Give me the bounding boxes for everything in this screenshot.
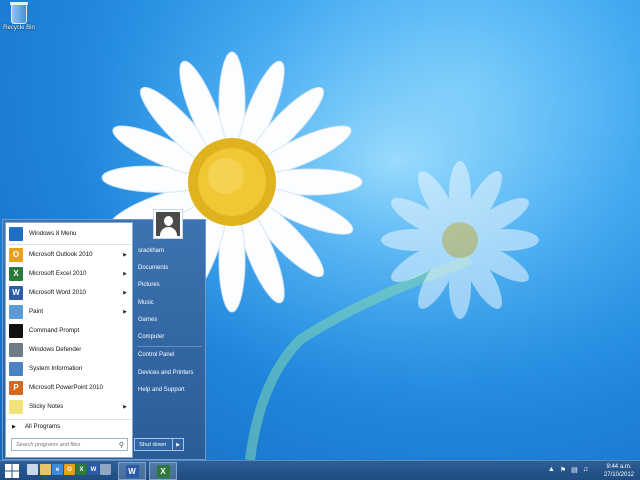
all-programs-label: All Programs <box>24 423 61 430</box>
volume-icon[interactable]: ♫ <box>583 466 588 474</box>
excel-icon: X <box>156 464 170 478</box>
windows-defender-icon <box>9 342 23 357</box>
action-center-flag-icon[interactable]: ⚑ <box>560 466 566 474</box>
search-icon[interactable]: ⚲ <box>119 441 124 449</box>
submenu-arrow-icon[interactable]: ▶ <box>123 309 127 315</box>
program-list: Windows 8 Menu O Microsoft Outlook 2010 ▶ X M… <box>6 223 132 416</box>
start-menu: Windows 8 Menu O Microsoft Outlook 2010 ▶ X M… <box>2 209 206 460</box>
programs-pane: Windows 8 Menu O Microsoft Outlook 2010 ▶ X M… <box>5 222 133 458</box>
program-item[interactable]: Windows 8 Menu <box>6 223 132 245</box>
places-pane: srackham Documents Pictures Music Games Compu… <box>136 242 204 399</box>
places-item[interactable]: srackham <box>136 242 204 259</box>
program-item[interactable]: O Microsoft Outlook 2010 ▶ <box>6 245 132 264</box>
places-item[interactable]: Pictures <box>136 277 204 294</box>
system-information-icon <box>9 361 23 376</box>
program-label: Command Prompt <box>29 327 80 334</box>
program-label: Microsoft Excel 2010 <box>29 270 87 277</box>
program-label: Windows Defender <box>29 346 82 353</box>
user-silhouette-icon <box>156 212 180 236</box>
taskbar: e O X W W X ▲ ⚑ ▤ ♫ 9:44 a.m. 27/10/2012 <box>0 460 640 480</box>
program-item[interactable]: Paint ▶ <box>6 302 132 321</box>
program-label: Sticky Notes <box>29 403 64 410</box>
taskbar-excel-window[interactable]: X <box>149 462 177 480</box>
program-label: Microsoft Outlook 2010 <box>29 251 93 258</box>
file-explorer-icon[interactable] <box>40 464 51 475</box>
program-label: System Information <box>29 365 83 372</box>
program-item[interactable]: Windows Defender <box>6 340 132 359</box>
windows8-menu-icon <box>9 226 23 241</box>
sticky-notes-icon <box>9 399 23 414</box>
program-item[interactable]: Command Prompt <box>6 321 132 340</box>
paint-icon <box>9 304 23 319</box>
triangle-right-icon: ▶ <box>12 423 16 430</box>
system-tray: ▲ ⚑ ▤ ♫ <box>548 466 588 474</box>
search-input[interactable]: Search programs and files ⚲ <box>11 438 128 451</box>
excel-quicklaunch-icon[interactable]: X <box>76 464 87 475</box>
program-label: Paint <box>29 308 44 315</box>
start-button[interactable] <box>2 462 22 480</box>
places-item[interactable]: Games <box>136 311 204 328</box>
submenu-arrow-icon[interactable]: ▶ <box>123 404 127 410</box>
search-placeholder: Search programs and files <box>16 442 81 448</box>
windows-explorer-icon[interactable] <box>100 464 111 475</box>
shutdown-button[interactable]: Shut down <box>135 439 173 450</box>
taskbar-word-window[interactable]: W <box>118 462 146 480</box>
recycle-bin-label: Recycle Bin <box>3 25 35 31</box>
places-item[interactable]: Help and Support <box>136 381 204 398</box>
places-item[interactable]: Documents <box>136 259 204 276</box>
show-hidden-icons-icon[interactable]: ▲ <box>548 466 555 474</box>
windows-logo-icon <box>5 464 19 478</box>
outlook-quicklaunch-icon[interactable]: O <box>64 464 75 475</box>
program-label: Microsoft Word 2010 <box>29 289 86 296</box>
program-item[interactable]: System Information <box>6 359 132 378</box>
clock[interactable]: 9:44 a.m. 27/10/2012 <box>604 463 634 479</box>
clock-time: 9:44 a.m. <box>606 464 632 470</box>
clock-date: 27/10/2012 <box>603 472 634 478</box>
internet-explorer-icon[interactable]: e <box>52 464 63 475</box>
submenu-arrow-icon[interactable]: ▶ <box>123 252 127 258</box>
submenu-arrow-icon[interactable]: ▶ <box>123 290 127 296</box>
program-label: Windows 8 Menu <box>29 230 77 237</box>
word-icon: W <box>9 285 23 300</box>
excel-icon: X <box>9 266 23 281</box>
places-item[interactable]: Computer <box>136 328 204 345</box>
command-prompt-icon <box>9 323 23 338</box>
word-quicklaunch-icon[interactable]: W <box>88 464 99 475</box>
outlook-icon: O <box>9 247 23 262</box>
user-avatar[interactable] <box>153 209 183 239</box>
powerpoint-icon: P <box>9 380 23 395</box>
places-item[interactable]: Control Panel <box>136 347 204 364</box>
shutdown-options-arrow-icon[interactable]: ▶ <box>173 439 183 450</box>
program-item[interactable]: W Microsoft Word 2010 ▶ <box>6 283 132 302</box>
word-icon: W <box>125 464 139 478</box>
places-item[interactable]: Devices and Printers <box>136 364 204 381</box>
shutdown-control: Shut down ▶ <box>134 438 184 451</box>
places-item[interactable]: Music <box>136 294 204 311</box>
recycle-bin-shortcut[interactable]: Recycle Bin <box>2 2 36 31</box>
program-label: Microsoft PowerPoint 2010 <box>29 384 103 391</box>
recycle-bin-icon <box>11 4 27 24</box>
network-icon[interactable]: ▤ <box>571 466 578 474</box>
program-item[interactable]: X Microsoft Excel 2010 ▶ <box>6 264 132 283</box>
submenu-arrow-icon[interactable]: ▶ <box>123 271 127 277</box>
program-item[interactable]: P Microsoft PowerPoint 2010 <box>6 378 132 397</box>
show-desktop-icon[interactable] <box>27 464 38 475</box>
program-item[interactable]: Sticky Notes ▶ <box>6 397 132 416</box>
all-programs-button[interactable]: ▶ All Programs <box>6 419 132 433</box>
